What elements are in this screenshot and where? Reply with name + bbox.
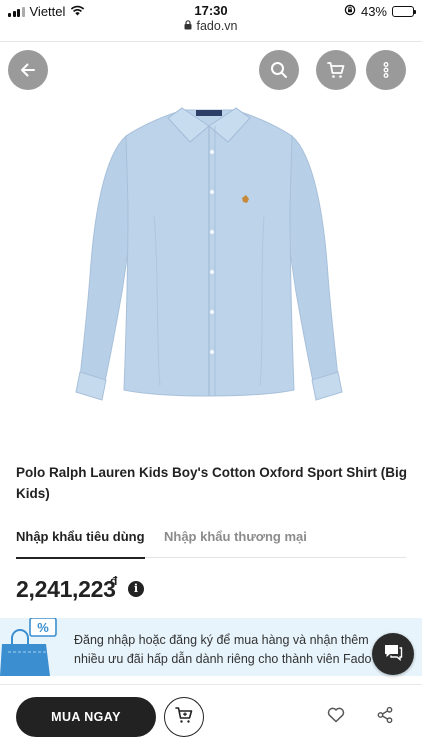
promo-text: Đăng nhập hoặc đăng ký để mua hàng và nh… [74,631,384,669]
cart-button[interactable] [316,50,356,90]
add-to-cart-button[interactable] [164,697,204,737]
battery-icon [392,6,416,17]
more-vertical-icon [376,60,396,80]
more-button[interactable] [366,50,406,90]
cart-icon [326,60,346,80]
buy-now-button[interactable]: MUA NGAY [16,697,156,737]
tab-consumer-import[interactable]: Nhập khẩu tiêu dùng [16,528,145,559]
shopping-bag-discount-icon: % [0,617,60,676]
header-divider [0,41,422,42]
url-text: fado.vn [196,19,238,33]
tab-commercial-import[interactable]: Nhập khẩu thương mại [164,528,307,558]
import-type-tabs: Nhập khẩu tiêu dùng Nhập khẩu thương mại [16,528,406,559]
badge-percent: % [37,620,49,635]
status-bar: Viettel 17:30 fado.vn 43% [0,0,422,40]
back-arrow-icon [18,60,38,80]
wishlist-button[interactable] [326,707,346,727]
orientation-lock-icon [344,4,356,19]
search-icon [269,60,289,80]
price-amount: 2,241,223 [16,576,116,602]
back-button[interactable] [8,50,48,90]
promo-line-1: Đăng nhập hoặc đăng ký để mua hàng và nh… [74,633,369,647]
cart-plus-icon [174,705,194,730]
status-right: 43% [344,4,416,19]
chat-button[interactable] [372,633,414,675]
promo-line-2: nhiều ưu đãi hấp dẫn dành riêng cho thàn… [74,652,372,666]
chat-bubble-icon [383,643,403,666]
bottom-divider [0,684,422,685]
address-bar[interactable]: fado.vn [0,19,422,33]
info-icon[interactable]: i [128,581,144,597]
shirt-image [75,107,343,401]
heart-icon [327,707,345,728]
product-image[interactable] [64,96,354,406]
product-title: Polo Ralph Lauren Kids Boy's Cotton Oxfo… [16,465,407,501]
login-promo-banner[interactable]: % Đăng nhập hoặc đăng ký để mua hàng và … [0,617,422,676]
share-icon [376,706,394,729]
battery-percent: 43% [360,4,387,19]
lock-icon [184,19,192,33]
search-button[interactable] [259,50,299,90]
price-currency: đ [110,574,118,588]
share-button[interactable] [375,706,395,729]
